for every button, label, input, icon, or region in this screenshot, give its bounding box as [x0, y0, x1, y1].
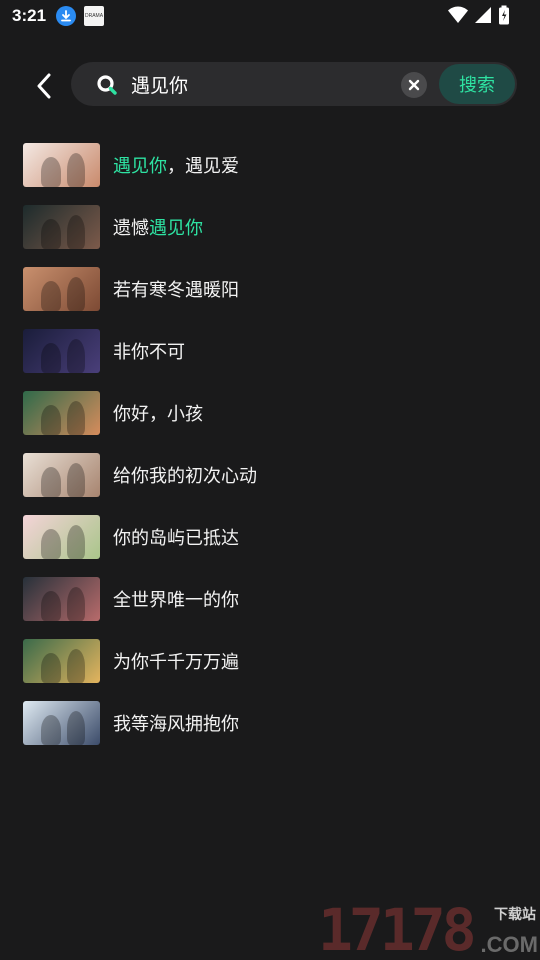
result-item[interactable]: 全世界唯一的你: [0, 568, 540, 630]
result-title: 给你我的初次心动: [113, 462, 257, 488]
watermark: 17178 下载站 .COM: [318, 900, 540, 960]
poster-figure: [67, 401, 85, 435]
title-text: 给你我的初次心动: [113, 466, 257, 487]
result-title: 若有寒冬遇暖阳: [113, 276, 239, 302]
result-title: 全世界唯一的你: [113, 586, 239, 612]
poster-figure: [67, 215, 85, 249]
result-title: 你好，小孩: [113, 400, 203, 426]
result-item[interactable]: 非你不可: [0, 320, 540, 382]
poster-figure: [41, 219, 61, 249]
poster-figure: [67, 711, 85, 745]
poster-figure: [41, 715, 61, 745]
poster-figure: [41, 529, 61, 559]
poster-figure: [41, 405, 61, 435]
search-button[interactable]: 搜索: [439, 64, 515, 104]
signal-icon: [475, 7, 491, 23]
result-item[interactable]: 遗憾遇见你: [0, 196, 540, 258]
poster-thumbnail: [23, 205, 100, 249]
clear-search-button[interactable]: [401, 72, 427, 98]
download-icon: [56, 6, 77, 26]
poster-thumbnail: [23, 453, 100, 497]
status-time: 3:21: [12, 6, 47, 25]
back-button[interactable]: [24, 66, 64, 106]
poster-figure: [41, 653, 61, 683]
result-title: 遗憾遇见你: [113, 214, 203, 240]
poster-figure: [41, 157, 61, 187]
wifi-icon: [448, 6, 468, 23]
poster-thumbnail: [23, 391, 100, 435]
highlighted-match: 遇见你: [113, 156, 167, 177]
search-results-list: 遇见你，遇见爱 遗憾遇见你 若有寒冬遇暖阳 非你不可 你好，小孩 给你我的初次心动 你的岛屿…: [0, 134, 540, 754]
poster-thumbnail: [23, 639, 100, 683]
result-item[interactable]: 给你我的初次心动: [0, 444, 540, 506]
battery-icon: [499, 5, 509, 25]
poster-thumbnail: [23, 329, 100, 373]
poster-figure: [41, 591, 61, 621]
poster-figure: [67, 277, 85, 311]
title-text: 我等海风拥抱你: [113, 714, 239, 735]
result-title: 你的岛屿已抵达: [113, 524, 239, 550]
status-bar: 3:21 DRAMA: [0, 0, 540, 32]
title-text: 为你千千万万遍: [113, 652, 239, 673]
result-title: 我等海风拥抱你: [113, 710, 239, 736]
poster-figure: [67, 463, 85, 497]
title-text: 你的岛屿已抵达: [113, 528, 239, 549]
chevron-left-icon: [37, 73, 51, 99]
close-icon: [408, 79, 420, 91]
app-notification-text: DRAMA: [85, 13, 104, 19]
poster-figure: [67, 525, 85, 559]
status-indicators: [448, 5, 510, 25]
result-item[interactable]: 你好，小孩: [0, 382, 540, 444]
poster-thumbnail: [23, 267, 100, 311]
poster-figure: [67, 339, 85, 373]
poster-figure: [41, 467, 61, 497]
result-item[interactable]: 你的岛屿已抵达: [0, 506, 540, 568]
result-title: 为你千千万万遍: [113, 648, 239, 674]
search-icon: [97, 75, 117, 95]
result-title: 非你不可: [113, 338, 185, 364]
watermark-number: 17178: [318, 896, 477, 960]
poster-figure: [41, 281, 61, 311]
watermark-domain: .COM: [480, 932, 538, 957]
poster-thumbnail: [23, 143, 100, 187]
highlighted-match: 遇见你: [149, 218, 203, 239]
title-text: 非你不可: [113, 342, 185, 363]
poster-figure: [67, 649, 85, 683]
title-text: 你好，小孩: [113, 404, 203, 425]
poster-thumbnail: [23, 515, 100, 559]
poster-figure: [67, 587, 85, 621]
watermark-tag: 下载站: [494, 907, 536, 923]
result-item[interactable]: 遇见你，遇见爱: [0, 134, 540, 196]
poster-figure: [41, 343, 61, 373]
result-item[interactable]: 我等海风拥抱你: [0, 692, 540, 754]
search-bar: 搜索: [71, 62, 517, 106]
result-item[interactable]: 若有寒冬遇暖阳: [0, 258, 540, 320]
poster-thumbnail: [23, 701, 100, 745]
title-text: 若有寒冬遇暖阳: [113, 280, 239, 301]
poster-figure: [67, 153, 85, 187]
title-text: 全世界唯一的你: [113, 590, 239, 611]
poster-thumbnail: [23, 577, 100, 621]
result-title: 遇见你，遇见爱: [113, 152, 239, 178]
result-item[interactable]: 为你千千万万遍: [0, 630, 540, 692]
title-text: ，遇见爱: [167, 156, 239, 177]
app-notification-icon: DRAMA: [84, 6, 105, 26]
title-text: 遗憾: [113, 218, 149, 239]
